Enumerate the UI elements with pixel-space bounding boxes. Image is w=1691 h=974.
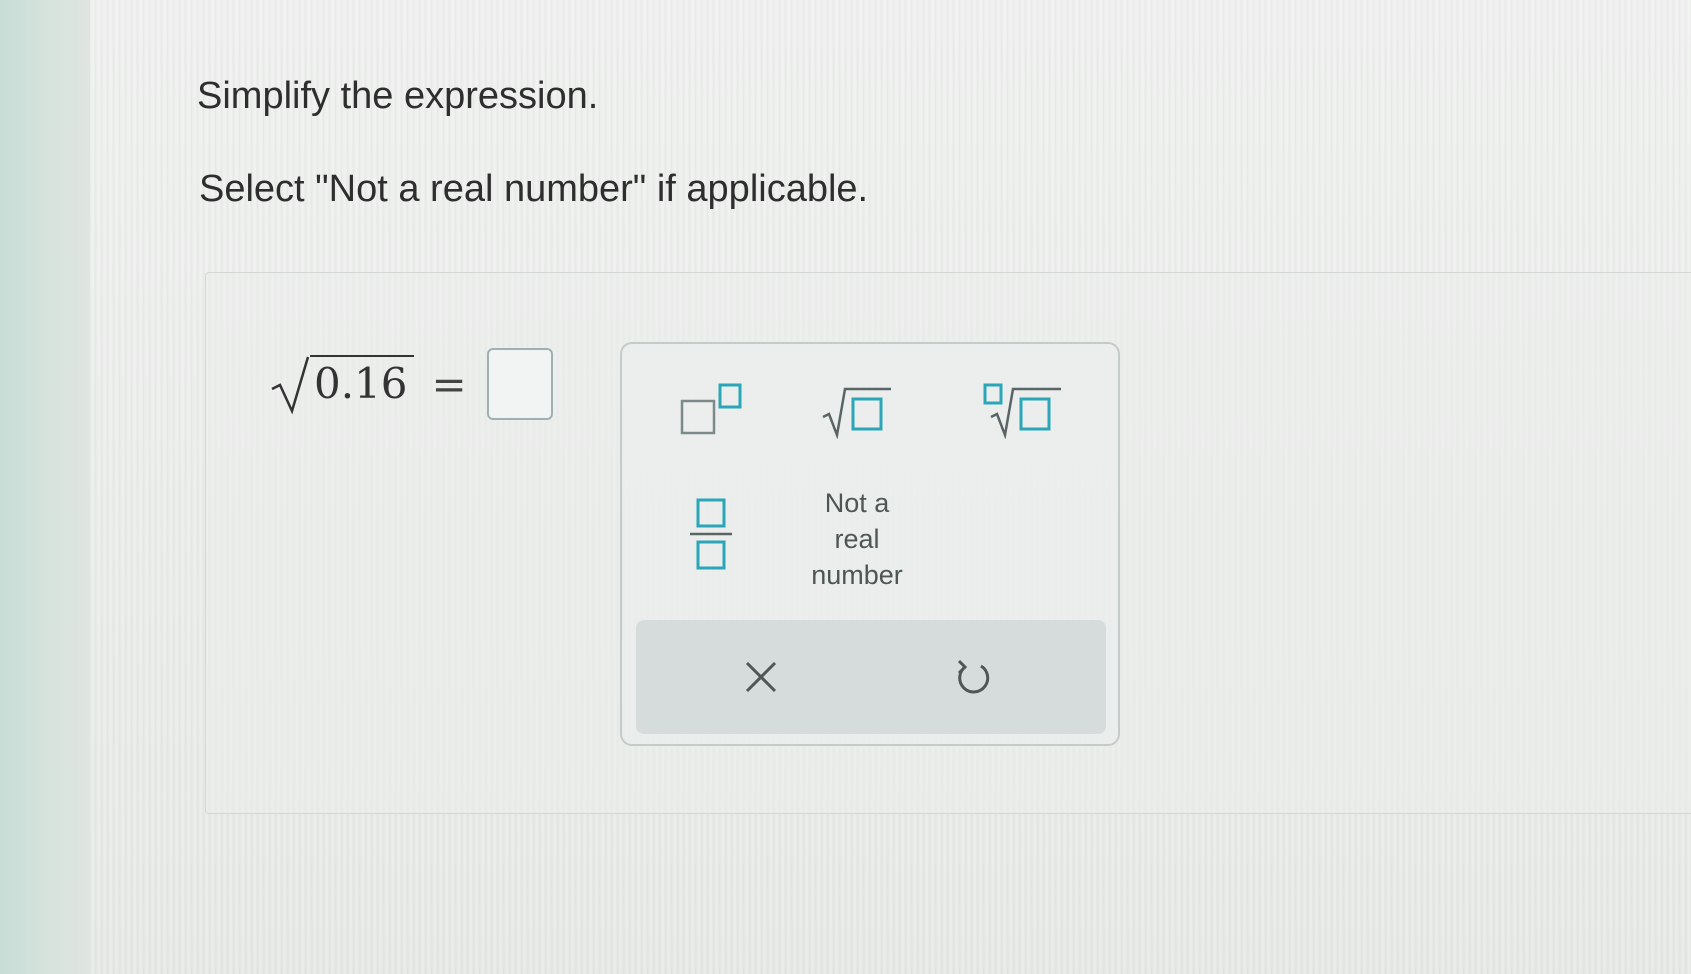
- square-root-template-icon: [822, 387, 891, 439]
- radical-sign-icon: [271, 356, 310, 415]
- superscript-template-icon: [680, 383, 742, 435]
- undo-icon: [957, 659, 990, 694]
- fraction-key[interactable]: [662, 484, 762, 584]
- undo-button[interactable]: [938, 642, 1008, 712]
- not-real-number-key[interactable]: Not a real number: [787, 484, 927, 594]
- question-instruction: Select "Not a real number" if applicable…: [199, 168, 869, 210]
- x-icon: [745, 661, 777, 693]
- nth-root-key[interactable]: [967, 364, 1077, 454]
- math-keypad: Not a real number: [620, 342, 1120, 746]
- equals-sign: =: [431, 359, 467, 409]
- fraction-template-icon: [690, 498, 732, 570]
- math-expression: 0.16 =: [270, 340, 553, 420]
- keypad-action-bar: [636, 620, 1106, 734]
- nth-root-template-icon: [983, 383, 1061, 439]
- superscript-key[interactable]: [662, 364, 762, 454]
- answer-input[interactable]: [486, 348, 553, 420]
- not-real-number-label: Not a real number: [811, 488, 903, 590]
- square-root-key[interactable]: [807, 364, 907, 454]
- radicand: 0.16: [310, 355, 414, 409]
- window-edge: [0, 0, 95, 974]
- question-title: Simplify the expression.: [197, 75, 599, 117]
- square-root-expression: 0.16: [270, 345, 414, 415]
- clear-button[interactable]: [726, 642, 796, 712]
